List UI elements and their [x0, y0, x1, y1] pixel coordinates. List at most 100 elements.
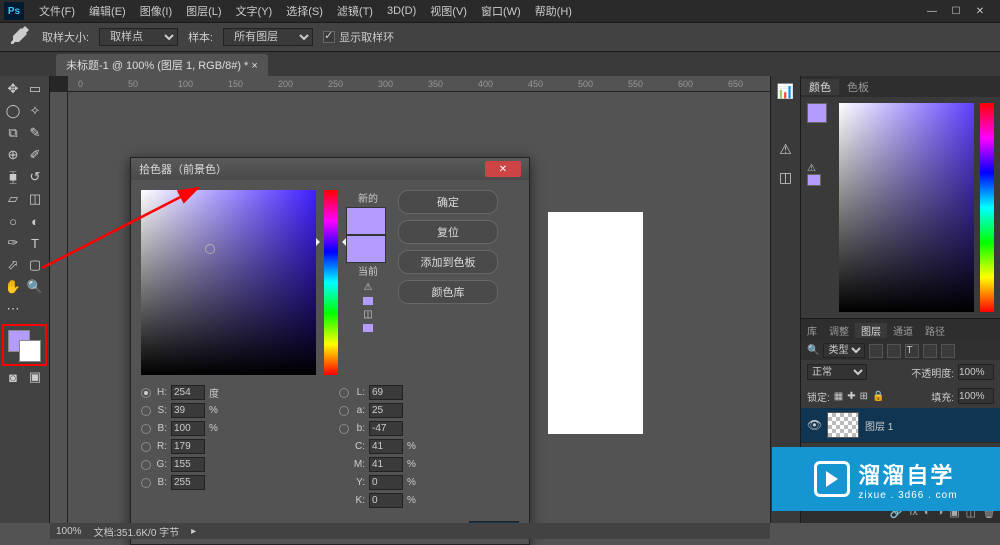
visibility-icon[interactable]: 👁: [807, 418, 821, 432]
brush-tool-icon[interactable]: ✐: [24, 144, 46, 166]
gamut-swatch[interactable]: [362, 296, 374, 306]
panel-fg-swatch[interactable]: [807, 103, 827, 123]
websafe-warning-icon[interactable]: ◫: [363, 309, 372, 320]
bl-input[interactable]: [171, 475, 205, 490]
panel-hue-slider[interactable]: [980, 103, 994, 312]
zoom-tool-icon[interactable]: 🔍: [24, 276, 46, 298]
blend-mode-select[interactable]: 正常: [807, 364, 867, 380]
m-input[interactable]: [369, 457, 403, 472]
layer-thumbnail[interactable]: [827, 412, 859, 438]
marquee-tool-icon[interactable]: ▭: [24, 78, 46, 100]
panel-warn-swatch[interactable]: [807, 174, 821, 186]
libs-tab[interactable]: 库: [801, 323, 823, 338]
doc-info[interactable]: 文档:351.6K/0 字节: [94, 524, 180, 539]
r-radio[interactable]: [141, 442, 151, 452]
b-radio[interactable]: [141, 424, 151, 434]
r-input[interactable]: [171, 439, 205, 454]
gradient-tool-icon[interactable]: ◫: [24, 188, 46, 210]
heal-tool-icon[interactable]: ⊕: [2, 144, 24, 166]
canvas[interactable]: [548, 212, 643, 434]
filter-adjust-icon[interactable]: [887, 344, 901, 358]
b-input[interactable]: [171, 421, 205, 436]
show-ring-checkbox[interactable]: [323, 31, 335, 43]
dock-swatch-icon[interactable]: ◫: [777, 168, 795, 186]
chevron-right-icon[interactable]: ▸: [191, 526, 196, 537]
s-radio[interactable]: [141, 406, 151, 416]
h-radio[interactable]: [141, 388, 151, 398]
websafe-swatch[interactable]: [362, 323, 374, 333]
add-swatch-button[interactable]: 添加到色板: [398, 250, 498, 274]
b2-radio[interactable]: [339, 424, 349, 434]
lock-pixels-icon[interactable]: ▦: [834, 391, 843, 402]
k-input[interactable]: [369, 493, 403, 508]
color-lib-button[interactable]: 颜色库: [398, 280, 498, 304]
eyedropper-preset-icon[interactable]: [8, 27, 32, 47]
layers-tab[interactable]: 图层: [855, 323, 887, 338]
lock-all-icon[interactable]: 🔒: [872, 391, 884, 402]
menu-help[interactable]: 帮助(H): [528, 3, 579, 19]
menu-file[interactable]: 文件(F): [32, 3, 82, 19]
dodge-tool-icon[interactable]: ◐: [24, 210, 46, 232]
background-swatch[interactable]: [19, 340, 41, 362]
fill-input[interactable]: [958, 388, 994, 404]
color-cursor[interactable]: [205, 244, 215, 254]
menu-image[interactable]: 图像(I): [133, 3, 179, 19]
filter-shape-icon[interactable]: [923, 344, 937, 358]
filter-pixel-icon[interactable]: [869, 344, 883, 358]
maximize-icon[interactable]: ☐: [946, 4, 966, 18]
lock-artboard-icon[interactable]: ⊞: [860, 391, 868, 402]
b2-input[interactable]: [369, 421, 403, 436]
dock-info-icon[interactable]: ⚠: [777, 140, 795, 158]
minimize-icon[interactable]: —: [922, 4, 942, 18]
layer-row[interactable]: 👁 图层 1: [801, 408, 1000, 443]
paths-tab[interactable]: 路径: [919, 323, 951, 338]
type-tool-icon[interactable]: T: [24, 232, 46, 254]
g-input[interactable]: [171, 457, 205, 472]
opacity-input[interactable]: [958, 364, 994, 380]
l-radio[interactable]: [339, 388, 349, 398]
dialog-close-button[interactable]: ✕: [485, 161, 521, 177]
sample-select[interactable]: 所有图层: [223, 28, 313, 46]
c-input[interactable]: [369, 439, 403, 454]
shape-tool-icon[interactable]: ▢: [24, 254, 46, 276]
filter-smart-icon[interactable]: [941, 344, 955, 358]
a-input[interactable]: [369, 403, 403, 418]
pen-tool-icon[interactable]: ✑: [2, 232, 24, 254]
ok-button[interactable]: 确定: [398, 190, 498, 214]
document-tab[interactable]: 未标题-1 @ 100% (图层 1, RGB/8#) * ×: [56, 54, 268, 76]
menu-3d[interactable]: 3D(D): [380, 5, 423, 17]
color-field[interactable]: [141, 190, 316, 375]
reset-button[interactable]: 复位: [398, 220, 498, 244]
swatches-tab[interactable]: 色板: [839, 79, 877, 95]
stamp-tool-icon[interactable]: ⧯: [2, 166, 24, 188]
menu-layer[interactable]: 图层(L): [179, 3, 228, 19]
history-brush-icon[interactable]: ↺: [24, 166, 46, 188]
layer-filter-select[interactable]: 类型: [823, 343, 865, 358]
layer-name[interactable]: 图层 1: [865, 418, 994, 433]
eraser-tool-icon[interactable]: ▱: [2, 188, 24, 210]
menu-type[interactable]: 文字(Y): [229, 3, 280, 19]
close-icon[interactable]: ✕: [970, 4, 990, 18]
g-radio[interactable]: [141, 460, 151, 470]
path-select-icon[interactable]: ⬀: [2, 254, 24, 276]
color-tab[interactable]: 颜色: [801, 79, 839, 95]
more-tool-icon[interactable]: ⋯: [2, 298, 24, 320]
gamut-warning-icon[interactable]: ⚠: [364, 282, 373, 293]
bl-radio[interactable]: [141, 478, 151, 488]
hue-slider[interactable]: [324, 190, 338, 375]
screenmode-icon[interactable]: ▣: [24, 366, 46, 388]
channels-tab[interactable]: 通道: [887, 323, 919, 338]
wand-tool-icon[interactable]: ✧: [24, 100, 46, 122]
menu-view[interactable]: 视图(V): [423, 3, 474, 19]
a-radio[interactable]: [339, 406, 349, 416]
move-tool-icon[interactable]: ✥: [2, 78, 24, 100]
color-picker-dialog[interactable]: 拾色器（前景色） ✕ 新的 当前 ⚠ ◫ 确定 复位 添加到色板 颜色库: [130, 157, 530, 545]
y-input[interactable]: [369, 475, 403, 490]
crop-tool-icon[interactable]: ⧉: [2, 122, 24, 144]
menu-select[interactable]: 选择(S): [279, 3, 330, 19]
adjust-tab[interactable]: 调整: [823, 323, 855, 338]
s-input[interactable]: [171, 403, 205, 418]
eyedropper-tool-icon[interactable]: ✎: [24, 122, 46, 144]
search-icon[interactable]: 🔍: [807, 345, 819, 356]
l-input[interactable]: [369, 385, 403, 400]
